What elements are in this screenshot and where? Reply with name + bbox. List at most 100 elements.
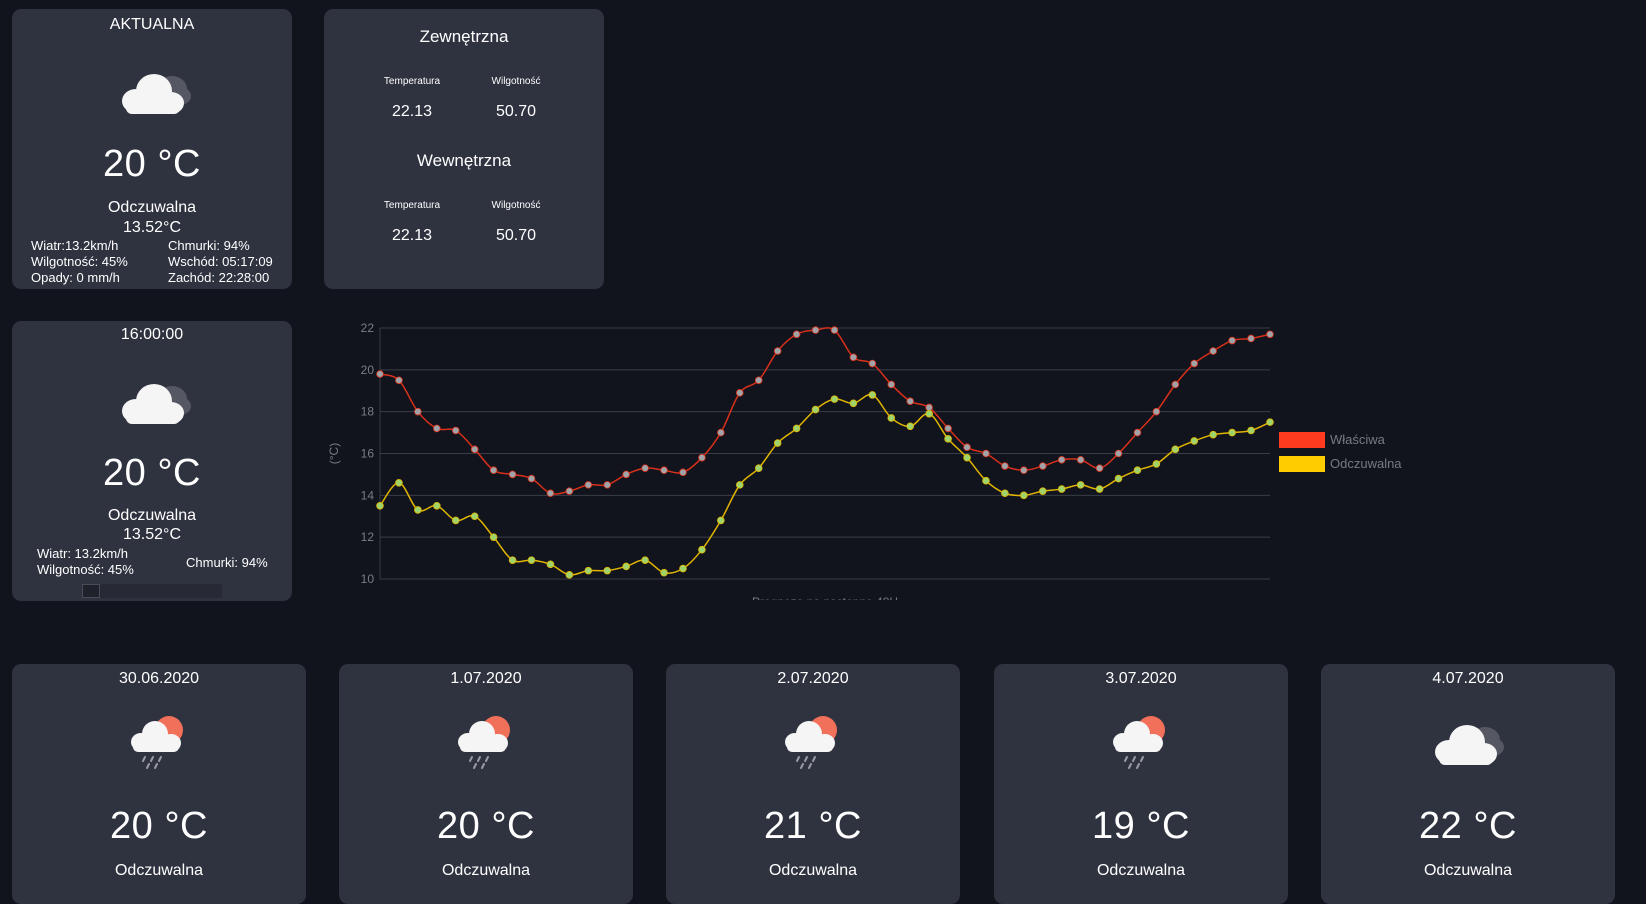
current-feels-value: 13.52°C <box>123 219 181 236</box>
hourly-wind: Wiatr: 13.2km/h <box>37 546 129 561</box>
data-point <box>1190 359 1199 368</box>
data-point <box>698 545 706 554</box>
data-point <box>944 424 952 433</box>
data-point <box>925 403 933 412</box>
data-point <box>1209 347 1217 355</box>
current-humidity: Wilgotność: 45% <box>31 254 128 269</box>
data-point <box>698 453 706 462</box>
data-point <box>1057 455 1066 464</box>
data-point <box>1095 485 1104 493</box>
current-precip: Opady: 0 mm/h <box>31 270 120 285</box>
data-point <box>603 481 612 489</box>
x-axis-label: Prognoza na następne 48H <box>752 595 898 600</box>
cloudy-icon <box>1429 714 1507 775</box>
data-point <box>433 424 441 433</box>
data-point <box>470 512 479 521</box>
data-point <box>868 359 877 368</box>
data-point <box>811 405 820 414</box>
y-tick-label: 18 <box>361 405 375 419</box>
hourly-forecast-card: 16:00:00 20 °C Odczuwalna 13.52°C Wiatr:… <box>12 321 292 601</box>
data-point <box>565 487 574 495</box>
data-point <box>679 468 687 477</box>
data-point <box>1247 426 1255 435</box>
data-point <box>660 568 668 577</box>
data-point <box>792 330 801 339</box>
data-point <box>1190 437 1199 445</box>
daily-temp: 20 °C <box>437 805 535 847</box>
data-point <box>849 399 858 408</box>
data-point <box>679 564 687 573</box>
rain-sun-cloud-icon <box>127 712 191 779</box>
forecast-48h-chart: 10 12 14 16 18 20 22 (°C) Prognoza na następne 4… <box>327 321 1274 600</box>
data-point <box>584 481 593 489</box>
data-point <box>603 566 612 575</box>
data-point <box>376 370 384 378</box>
y-tick-label: 12 <box>361 530 375 544</box>
data-point <box>906 397 915 406</box>
data-point <box>1266 418 1274 426</box>
current-sunrise: Wschód: 05:17:09 <box>168 254 273 269</box>
data-point <box>1228 336 1236 345</box>
inside-title: Wewnętrzna <box>416 151 512 170</box>
y-tick-label: 20 <box>361 363 375 377</box>
rain-sun-cloud-icon <box>454 712 518 779</box>
daily-feels-label: Odczuwalna <box>768 862 858 879</box>
data-point <box>527 556 536 564</box>
hourly-scrollbar-thumb[interactable] <box>82 584 100 598</box>
legend-swatch-actual <box>1279 432 1325 448</box>
data-point <box>622 562 630 571</box>
inside-temp-value: 22.13 <box>391 227 433 244</box>
y-axis-label: (°C) <box>327 443 341 464</box>
inside-temp-label: Temperatura <box>383 200 441 211</box>
data-point <box>754 464 763 472</box>
current-sunset: Zachód: 22:28:00 <box>168 270 270 285</box>
data-point <box>887 414 896 422</box>
y-tick-label: 10 <box>361 572 375 586</box>
data-point <box>868 391 877 399</box>
daily-card: 4.07.2020 22 °C Odczuwalna <box>1321 664 1615 904</box>
data-point <box>508 556 517 564</box>
data-point <box>982 449 990 458</box>
data-point <box>1228 428 1236 437</box>
current-feels-label: Odczuwalna <box>107 199 197 216</box>
data-point <box>982 476 990 485</box>
data-point <box>735 389 744 397</box>
data-point <box>546 560 555 569</box>
legend-label-feels: Odczuwalna <box>1330 456 1402 471</box>
data-point <box>849 353 858 362</box>
data-point <box>1152 460 1161 468</box>
series-line-feels <box>379 393 1271 576</box>
outside-title: Zewnętrzna <box>419 27 509 46</box>
data-point <box>773 347 782 355</box>
daily-temp: 20 °C <box>110 805 208 847</box>
data-point <box>451 426 460 435</box>
data-point <box>470 445 479 454</box>
data-point <box>717 428 725 437</box>
y-tick-label: 14 <box>361 488 375 502</box>
current-temp: 20 °C <box>103 143 201 185</box>
hourly-feels-value: 13.52°C <box>123 526 181 543</box>
data-point <box>1247 334 1255 343</box>
data-point <box>1114 474 1123 483</box>
daily-feels-label: Odczuwalna <box>441 862 531 879</box>
data-point <box>641 556 649 564</box>
daily-card: 2.07.2020 21 °C Odczuwalna <box>666 664 960 904</box>
daily-temp: 21 °C <box>764 805 862 847</box>
daily-date: 2.07.2020 <box>777 670 849 687</box>
hourly-scrollbar[interactable] <box>82 584 222 598</box>
daily-card: 30.06.2020 20 °C Odczuwalna <box>12 664 306 904</box>
data-point <box>925 409 933 418</box>
data-point <box>527 474 536 483</box>
daily-card: 1.07.2020 20 °C Odczuwalna <box>339 664 633 904</box>
data-point <box>1133 466 1142 475</box>
outside-temp-label: Temperatura <box>383 76 441 87</box>
current-wind: Wiatr:13.2km/h <box>31 238 119 253</box>
hourly-temp: 20 °C <box>103 452 201 494</box>
data-point <box>717 516 725 525</box>
data-point <box>641 464 649 472</box>
data-point <box>584 566 593 575</box>
data-point <box>395 478 403 487</box>
hourly-time: 16:00:00 <box>120 326 184 343</box>
cloudy-icon <box>116 373 194 434</box>
data-point <box>811 326 820 334</box>
